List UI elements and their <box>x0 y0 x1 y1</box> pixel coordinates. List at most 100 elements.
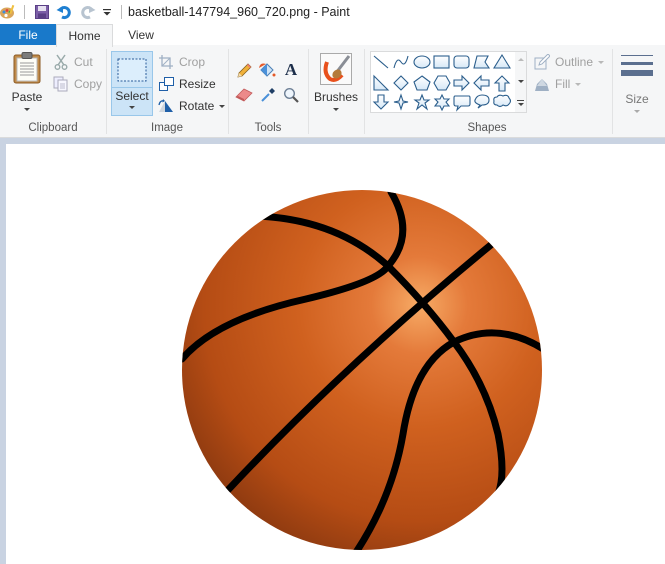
title-bar: basketball-147794_960_720.png - Paint <box>0 0 665 24</box>
chevron-down-icon <box>219 104 226 108</box>
brushes-button[interactable]: Brushes <box>313 53 359 111</box>
pencil-icon[interactable] <box>234 61 254 81</box>
expand-gallery-bar <box>517 100 524 101</box>
crop-label: Crop <box>179 55 206 69</box>
four-point-star-shape-icon[interactable] <box>393 93 409 111</box>
select-dropdown[interactable]: Select <box>112 88 152 109</box>
group-label-clipboard: Clipboard <box>28 122 78 134</box>
group-divider <box>308 49 309 134</box>
paste-label: Paste <box>11 90 43 104</box>
outline-label: Outline <box>555 55 594 69</box>
magnifier-icon[interactable] <box>281 85 301 105</box>
brushes-label: Brushes <box>313 90 359 104</box>
paste-button[interactable]: Paste <box>9 52 45 111</box>
shapes-gallery-scrollbar <box>515 51 527 113</box>
shapes-grid <box>372 53 512 112</box>
rotate-button[interactable]: Rotate <box>157 96 226 116</box>
diamond-shape-icon[interactable] <box>393 75 409 91</box>
color-picker-icon[interactable] <box>258 85 278 105</box>
five-point-star-shape-icon[interactable] <box>413 93 431 111</box>
resize-button[interactable]: Resize <box>157 74 216 94</box>
curve-shape-icon[interactable] <box>393 55 409 69</box>
crop-button[interactable]: Crop <box>157 52 205 72</box>
chevron-down-icon <box>24 108 30 111</box>
scroll-up-icon[interactable] <box>518 58 524 61</box>
divider <box>24 5 25 19</box>
hexagon-shape-icon[interactable] <box>433 75 451 91</box>
chevron-down-icon <box>575 82 582 86</box>
rectangle-shape-icon[interactable] <box>433 55 450 69</box>
select-label: Select <box>115 89 149 103</box>
save-icon[interactable] <box>33 3 51 21</box>
select-main[interactable] <box>112 52 152 88</box>
select-button[interactable]: Select <box>111 51 153 116</box>
copy-button[interactable]: Copy <box>52 74 102 94</box>
shapes-gallery <box>370 51 516 113</box>
brush-icon <box>320 53 352 85</box>
resize-icon <box>157 75 175 93</box>
outline-button[interactable]: Outline <box>533 52 605 72</box>
oval-callout-shape-icon[interactable] <box>474 94 490 109</box>
chevron-down-icon <box>333 108 339 111</box>
oval-shape-icon[interactable] <box>413 55 431 69</box>
group-label-tools: Tools <box>254 122 282 134</box>
up-arrow-shape-icon[interactable] <box>493 75 511 92</box>
fill-label: Fill <box>555 77 571 91</box>
redo-icon[interactable] <box>79 3 97 21</box>
clipboard-icon <box>13 52 41 84</box>
group-divider <box>612 49 613 134</box>
paint-app-icon[interactable] <box>0 3 16 21</box>
resize-label: Resize <box>179 77 216 91</box>
size-button[interactable]: Size <box>617 53 657 113</box>
fill-icon <box>533 75 551 93</box>
copy-icon <box>52 75 70 93</box>
tab-home[interactable]: Home <box>56 24 113 47</box>
right-arrow-shape-icon[interactable] <box>453 74 470 92</box>
chevron-down-icon <box>634 110 640 113</box>
rounded-rectangle-shape-icon[interactable] <box>453 55 470 69</box>
basketball-image <box>182 190 542 550</box>
customize-quick-access-icon[interactable] <box>101 3 113 21</box>
undo-icon[interactable] <box>55 3 73 21</box>
six-point-star-shape-icon[interactable] <box>433 93 451 112</box>
pentagon-shape-icon[interactable] <box>413 75 431 91</box>
text-tool-icon[interactable]: A <box>281 60 301 80</box>
right-triangle-shape-icon[interactable] <box>373 74 390 91</box>
chevron-down-icon <box>129 106 135 109</box>
window-title: basketball-147794_960_720.png - Paint <box>128 5 350 19</box>
rotate-icon <box>157 97 175 115</box>
rotate-label: Rotate <box>179 99 215 113</box>
quick-access-toolbar <box>0 0 122 24</box>
polygon-shape-icon[interactable] <box>473 55 491 69</box>
copy-label: Copy <box>74 77 103 91</box>
group-label-image: Image <box>151 122 183 134</box>
scroll-down-icon[interactable] <box>518 80 524 83</box>
cloud-callout-shape-icon[interactable] <box>493 94 512 108</box>
rounded-callout-shape-icon[interactable] <box>453 95 471 112</box>
ribbon-tabs: File Home View <box>0 24 665 47</box>
expand-gallery-icon[interactable] <box>518 103 524 106</box>
left-arrow-shape-icon[interactable] <box>473 74 490 92</box>
drawing-canvas[interactable] <box>6 144 665 564</box>
fill-button[interactable]: Fill <box>533 74 582 94</box>
ribbon: Paste Cut Copy Clipboard Select Crop Res… <box>0 45 665 138</box>
line-shape-icon[interactable] <box>373 55 389 69</box>
cut-label: Cut <box>74 55 93 69</box>
size-label: Size <box>625 92 649 106</box>
eraser-icon[interactable] <box>234 85 254 105</box>
crop-icon <box>157 53 175 71</box>
triangle-shape-icon[interactable] <box>493 53 511 69</box>
selection-rect-icon <box>117 58 147 81</box>
fill-bucket-icon[interactable] <box>257 60 277 80</box>
workspace <box>0 138 665 564</box>
scissors-icon <box>52 53 70 71</box>
tab-view[interactable]: View <box>113 24 169 46</box>
tab-file[interactable]: File <box>0 24 56 46</box>
down-arrow-shape-icon[interactable] <box>372 94 390 110</box>
divider <box>121 5 122 19</box>
outline-icon <box>533 53 551 71</box>
cut-button[interactable]: Cut <box>52 52 93 72</box>
chevron-down-icon <box>598 60 605 64</box>
line-size-icon <box>621 55 653 76</box>
group-label-shapes: Shapes <box>467 122 507 134</box>
